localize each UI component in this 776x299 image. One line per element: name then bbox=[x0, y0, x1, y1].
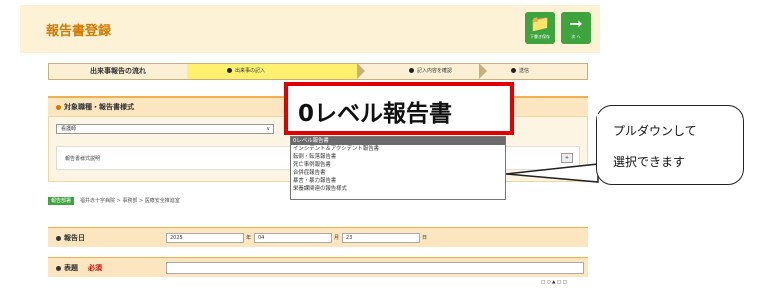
report-date-row: 報告日 2025 年 04 月 23 日 bbox=[48, 227, 588, 247]
department-badge: 報告部署 bbox=[48, 197, 75, 205]
step-confirm: 記入内容を確認 bbox=[359, 64, 479, 79]
balloon-line-2: 選択できます bbox=[613, 155, 686, 169]
required-badge: 必須 bbox=[88, 264, 102, 272]
title-input[interactable] bbox=[166, 262, 584, 274]
editor-toolbar-icons[interactable]: □ ○ ▲ □ □ bbox=[541, 280, 567, 285]
chevron-down-icon: ∨ bbox=[266, 126, 270, 132]
day-unit: 日 bbox=[422, 235, 428, 241]
title-label: 表題 必須 bbox=[56, 263, 102, 273]
next-label: 次 へ bbox=[571, 34, 581, 39]
dropdown-option[interactable]: 合併症報告書 bbox=[291, 169, 505, 177]
breadcrumb: 報告部署 福井赤十字病院 > 事務部 > 医療安全推進室 bbox=[48, 197, 180, 205]
day-field[interactable]: 23 bbox=[342, 233, 420, 243]
month-unit: 月 bbox=[334, 235, 340, 241]
balloon-tail bbox=[506, 163, 599, 183]
instruction-balloon: プルダウンして 選択できます bbox=[596, 105, 744, 185]
breadcrumb-path[interactable]: 福井赤十字病院 > 事務部 > 医療安全推進室 bbox=[80, 198, 180, 204]
dropdown-option[interactable]: 暴言・暴力報告書 bbox=[291, 177, 505, 185]
step-entry: 出来事の記入 bbox=[187, 64, 357, 79]
arrow-right-icon: ➞ bbox=[569, 14, 583, 33]
month-field[interactable]: 04 bbox=[254, 233, 332, 243]
dropdown-option[interactable]: 栄養課関連の報告様式 bbox=[291, 185, 505, 193]
page-header: 報告書登録 📁 下書き保存 ➞ 次 へ bbox=[20, 5, 600, 53]
bullet-icon bbox=[56, 104, 61, 110]
job-type-select[interactable]: 看護師 ∨ bbox=[56, 124, 274, 134]
step-send: 送信 bbox=[481, 64, 587, 79]
title-row: 表題 必須 bbox=[48, 257, 588, 277]
step-dot-icon bbox=[227, 68, 232, 73]
balloon-line-1: プルダウンして bbox=[613, 124, 697, 138]
dropdown-option[interactable]: 死亡事例報告書 bbox=[291, 161, 505, 169]
save-draft-button[interactable]: 📁 下書き保存 bbox=[525, 12, 555, 44]
callout-selected-text: 0レベル報告書 bbox=[298, 101, 453, 127]
year-unit: 年 bbox=[246, 235, 252, 241]
selected-value-callout: 0レベル報告書 bbox=[284, 82, 514, 135]
dropdown-option[interactable]: 転倒・転落報告書 bbox=[291, 153, 505, 161]
report-format-dropdown[interactable]: 0レベル報告書 インシデント＆アクシデント報告書 転倒・転落報告書 死亡事例報告… bbox=[290, 136, 506, 200]
page-title: 報告書登録 bbox=[46, 24, 112, 39]
save-draft-label: 下書き保存 bbox=[530, 34, 550, 39]
format-description-label: 報告書様式説明 bbox=[65, 156, 101, 162]
step-dot-icon bbox=[511, 68, 516, 73]
next-button[interactable]: ➞ 次 へ bbox=[561, 12, 591, 44]
progress-steps: 出来事報告の流れ 出来事の記入 記入内容を確認 送信 bbox=[48, 63, 588, 80]
report-date-label: 報告日 bbox=[56, 233, 85, 243]
bullet-icon bbox=[56, 265, 61, 271]
year-field[interactable]: 2025 bbox=[166, 233, 244, 243]
step-dot-icon bbox=[409, 68, 414, 73]
steps-flow-label: 出来事報告の流れ bbox=[90, 67, 146, 75]
dropdown-option[interactable]: 0レベル報告書 bbox=[291, 137, 505, 145]
folder-icon: 📁 bbox=[530, 14, 550, 33]
balloon-tail-mask bbox=[597, 114, 601, 130]
dropdown-option[interactable]: インシデント＆アクシデント報告書 bbox=[291, 145, 505, 153]
bullet-icon bbox=[56, 235, 61, 241]
